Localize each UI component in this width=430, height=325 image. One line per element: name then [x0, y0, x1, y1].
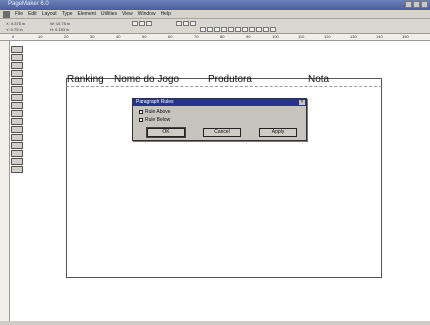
zoom-tool-icon[interactable]	[11, 118, 23, 125]
layers-tool-icon[interactable]	[11, 158, 23, 165]
rule-above-label: Rule Above	[145, 109, 171, 115]
menu-element[interactable]: Element	[78, 11, 96, 17]
ruler-tick: 120	[324, 34, 331, 39]
skew-icon[interactable]	[146, 21, 152, 26]
w-readout[interactable]: W: 10.75 in	[50, 21, 70, 26]
menu-layout[interactable]: Layout	[42, 11, 57, 17]
bottom-strip	[0, 321, 430, 325]
ruler-tick: 50	[142, 34, 147, 39]
tb-icon-11[interactable]	[270, 27, 276, 32]
rotate-icon[interactable]	[139, 21, 145, 26]
margin-guide	[66, 86, 382, 87]
menu-file[interactable]: File	[15, 11, 23, 17]
text-tool-icon[interactable]	[11, 54, 23, 61]
master-pages-icon[interactable]	[11, 150, 23, 157]
apply-button[interactable]: Apply	[259, 128, 297, 137]
ellipse-tool-icon[interactable]	[11, 86, 23, 93]
toolbar-group-mid	[176, 21, 196, 26]
flip-h-icon[interactable]	[176, 21, 182, 26]
title-bar: PageMaker 6.0	[0, 0, 430, 10]
menu-help[interactable]: Help	[161, 11, 171, 17]
toolbar-group-right	[200, 27, 276, 32]
pointer-tool-icon[interactable]	[11, 46, 23, 53]
window-controls	[405, 1, 428, 8]
y-readout[interactable]: Y: 0.75 in	[6, 27, 23, 32]
header-score[interactable]: Nota	[308, 74, 329, 85]
vertical-ruler[interactable]	[0, 41, 10, 325]
menu-type[interactable]: Type	[62, 11, 73, 17]
crop-tool-icon[interactable]	[11, 110, 23, 117]
ruler-tick: 90	[246, 34, 251, 39]
tb-icon-8[interactable]	[249, 27, 255, 32]
ruler-tick: 100	[272, 34, 279, 39]
line-tool-icon[interactable]	[11, 70, 23, 77]
tb-icon-4[interactable]	[221, 27, 227, 32]
window-title: PageMaker 6.0	[8, 1, 49, 7]
menu-utilities[interactable]: Utilities	[101, 11, 117, 17]
dialog-title: Paragraph Rules	[133, 99, 306, 106]
menu-window[interactable]: Window	[138, 11, 156, 17]
header-publisher[interactable]: Produtora	[208, 74, 252, 85]
rotate-tool-icon[interactable]	[11, 62, 23, 69]
page-icon[interactable]	[11, 166, 23, 173]
ok-button[interactable]: OK	[147, 128, 185, 137]
checkbox-icon[interactable]	[139, 118, 143, 122]
ruler-tick: 70	[194, 34, 199, 39]
paragraph-rules-dialog: Paragraph Rules × Rule Above Rule Below …	[132, 98, 307, 141]
x-readout[interactable]: X: 0.375 in	[6, 21, 25, 26]
rule-below-label: Rule Below	[145, 117, 171, 123]
ruler-tick: 10	[38, 34, 43, 39]
menu-edit[interactable]: Edit	[28, 11, 37, 17]
checkbox-icon[interactable]	[139, 110, 143, 114]
tb-icon-5[interactable]	[228, 27, 234, 32]
proxy-icon[interactable]	[132, 21, 138, 26]
ruler-tick: 30	[90, 34, 95, 39]
ruler-tick: 40	[116, 34, 121, 39]
align-icon[interactable]	[190, 21, 196, 26]
menu-view[interactable]: View	[122, 11, 133, 17]
rule-below-checkbox[interactable]: Rule Below	[139, 117, 170, 123]
styles-tool-icon[interactable]	[11, 142, 23, 149]
menu-bar: File Edit Layout Type Element Utilities …	[0, 10, 430, 19]
hand-tool-icon[interactable]	[11, 102, 23, 109]
ruler-tick: 110	[298, 34, 305, 39]
colors-tool-icon[interactable]	[11, 134, 23, 141]
ruler-tick: 130	[350, 34, 357, 39]
ruler-tick: 60	[168, 34, 173, 39]
tb-icon-6[interactable]	[235, 27, 241, 32]
control-palette: X: 0.375 in Y: 0.75 in W: 10.75 in H: 0.…	[0, 19, 430, 34]
close-icon[interactable]: ×	[299, 100, 305, 105]
ruler-tick: 80	[220, 34, 225, 39]
ruler-tick: 150	[402, 34, 409, 39]
header-ranking[interactable]: Ranking	[67, 74, 104, 85]
toolbox	[11, 46, 24, 174]
ruler-tick: 140	[376, 34, 383, 39]
system-menu-icon[interactable]	[3, 10, 10, 18]
close-icon[interactable]	[421, 1, 428, 8]
toolbar-group-left	[132, 21, 152, 26]
tb-icon-9[interactable]	[256, 27, 262, 32]
ruler-tick: 20	[64, 34, 69, 39]
tb-icon-7[interactable]	[242, 27, 248, 32]
tb-icon-10[interactable]	[263, 27, 269, 32]
horizontal-ruler[interactable]: 0 10 20 30 40 50 60 70 80 90 100 110 120…	[0, 34, 430, 41]
tb-icon-2[interactable]	[207, 27, 213, 32]
h-readout[interactable]: H: 0.153 in	[50, 27, 69, 32]
minimize-icon[interactable]	[405, 1, 412, 8]
polygon-tool-icon[interactable]	[11, 94, 23, 101]
rectangle-tool-icon[interactable]	[11, 78, 23, 85]
rule-above-checkbox[interactable]: Rule Above	[139, 109, 171, 115]
flip-v-icon[interactable]	[183, 21, 189, 26]
tb-icon-1[interactable]	[200, 27, 206, 32]
tb-icon-3[interactable]	[214, 27, 220, 32]
cancel-button[interactable]: Cancel	[203, 128, 241, 137]
ruler-tick: 0	[12, 34, 15, 39]
frame-tool-icon[interactable]	[11, 126, 23, 133]
header-game-name[interactable]: Nome do Jogo	[114, 74, 179, 85]
maximize-icon[interactable]	[413, 1, 420, 8]
